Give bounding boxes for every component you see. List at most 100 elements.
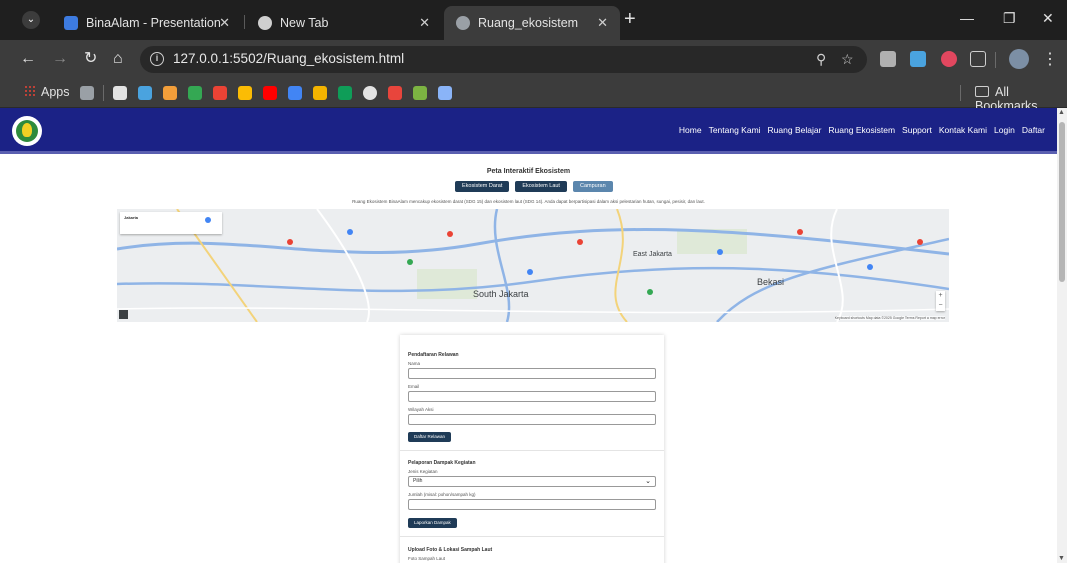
map-zoom-control[interactable]: + − xyxy=(936,291,945,311)
name-input[interactable] xyxy=(408,368,656,379)
map-marker[interactable] xyxy=(867,264,873,270)
back-icon[interactable]: ← xyxy=(20,49,36,69)
filter-darat-button[interactable]: Ekosistem Darat xyxy=(455,181,510,192)
nav-daftar[interactable]: Daftar xyxy=(1022,125,1045,135)
map-marker[interactable] xyxy=(717,249,723,255)
tab-search-icon[interactable]: ⌄ xyxy=(22,11,40,29)
nav-home[interactable]: Home xyxy=(679,125,702,135)
nav-login[interactable]: Login xyxy=(994,125,1015,135)
address-bar[interactable]: i 127.0.0.1:5502/Ruang_ekosistem.html ⚲ … xyxy=(140,46,867,73)
scroll-down-icon[interactable]: ▼ xyxy=(1058,555,1065,562)
bookmark-star-icon[interactable]: ☆ xyxy=(841,51,854,68)
tab-binaalam[interactable]: BinaAlam - Presentation ✕ xyxy=(52,6,242,40)
ecosystem-forms-card: Pendaftaran Relawan Nama Email Wilayah A… xyxy=(400,335,664,563)
map-label-south-jakarta: South Jakarta xyxy=(473,289,529,299)
bookmark-maps-icon[interactable] xyxy=(188,86,202,100)
globe-favicon-icon xyxy=(456,16,470,30)
browser-tabstrip: ⌄ BinaAlam - Presentation ✕ New Tab ✕ Ru… xyxy=(0,0,1067,40)
map-marker[interactable] xyxy=(917,239,923,245)
report-impact-button[interactable]: Laporkan Dampak xyxy=(408,518,457,528)
bookmark-openai-icon[interactable] xyxy=(363,86,377,100)
map-marker[interactable] xyxy=(797,229,803,235)
bookmark-duolingo-icon[interactable] xyxy=(338,86,352,100)
email-input[interactable] xyxy=(408,391,656,402)
name-label: Nama xyxy=(408,361,421,366)
street-view-pegman-icon[interactable] xyxy=(119,310,128,319)
bookmark-youtube-icon[interactable] xyxy=(263,86,277,100)
reload-icon[interactable]: ↻ xyxy=(84,49,97,69)
bookmark-link-icon[interactable] xyxy=(438,86,452,100)
close-icon[interactable]: ✕ xyxy=(597,6,608,40)
nav-support[interactable]: Support xyxy=(902,125,932,135)
bookmark-keep-icon[interactable] xyxy=(313,86,327,100)
map-marker[interactable] xyxy=(287,239,293,245)
menu-kebab-icon[interactable]: ⋮ xyxy=(1042,49,1058,69)
bookmark-docs-icon[interactable] xyxy=(288,86,302,100)
volunteer-form-title: Pendaftaran Relawan xyxy=(408,352,459,358)
region-input[interactable] xyxy=(408,414,656,425)
map-marker[interactable] xyxy=(407,259,413,265)
bookmark-drive-icon[interactable] xyxy=(238,86,252,100)
close-icon[interactable]: ✕ xyxy=(219,6,230,40)
map-marker[interactable] xyxy=(347,229,353,235)
home-icon[interactable]: ⌂ xyxy=(113,49,123,69)
nav-tentang-kami[interactable]: Tentang Kami xyxy=(709,125,761,135)
photo-label: Foto Sampah Laut xyxy=(408,556,446,561)
forward-icon[interactable]: → xyxy=(52,49,68,69)
interactive-map[interactable]: Jakarta South Jakarta East Jakarta Bekas… xyxy=(117,209,949,322)
restore-icon[interactable]: ❐ xyxy=(1003,10,1016,27)
site-navbar: Home Tentang Kami Ruang Belajar Ruang Ek… xyxy=(0,108,1057,154)
map-marker[interactable] xyxy=(205,217,211,223)
pocket-extension-icon[interactable] xyxy=(941,51,957,67)
tab-new-tab[interactable]: New Tab ✕ xyxy=(246,6,442,40)
folder-icon xyxy=(975,86,989,97)
amount-input[interactable] xyxy=(408,499,656,510)
bookmark-pinwheel-icon[interactable] xyxy=(163,86,177,100)
map-label-bekasi: Bekasi xyxy=(757,277,785,287)
binaalam-favicon-icon xyxy=(64,16,78,30)
chevron-down-icon: ⌄ xyxy=(645,478,651,485)
tab-title: Ruang_ekosistem xyxy=(478,16,579,30)
register-volunteer-button[interactable]: Daftar Relawan xyxy=(408,432,452,442)
extension-icon[interactable] xyxy=(880,51,896,67)
scrollbar-thumb[interactable] xyxy=(1059,122,1065,282)
bookmark-gear-icon[interactable] xyxy=(113,86,127,100)
minimize-icon[interactable]: — xyxy=(960,10,974,26)
filter-laut-button[interactable]: Ekosistem Laut xyxy=(515,181,567,192)
bookmark-photos-icon[interactable] xyxy=(138,86,152,100)
activity-type-label: Jenis Kegiatan xyxy=(408,469,438,474)
nav-ruang-ekosistem[interactable]: Ruang Ekosistem xyxy=(828,125,895,135)
translate-extension-icon[interactable] xyxy=(910,51,926,67)
new-tab-icon[interactable]: + xyxy=(624,9,636,29)
chrome-favicon-icon xyxy=(258,16,272,30)
bookmark-flower-icon[interactable] xyxy=(388,86,402,100)
map-marker[interactable] xyxy=(527,269,533,275)
apps-grid-icon xyxy=(24,85,36,97)
map-place-card[interactable]: Jakarta xyxy=(120,212,222,234)
amount-label: Jumlah (misal: pohon/sampah kg) xyxy=(408,492,476,497)
scroll-up-icon[interactable]: ▲ xyxy=(1058,109,1065,116)
map-marker[interactable] xyxy=(647,289,653,295)
bookmark-tree-icon[interactable] xyxy=(413,86,427,100)
extensions-puzzle-icon[interactable] xyxy=(970,51,986,67)
map-marker[interactable] xyxy=(447,231,453,237)
activity-type-select[interactable]: Pilih ⌄ xyxy=(408,476,656,487)
nav-kontak-kami[interactable]: Kontak Kami xyxy=(939,125,987,135)
zoom-icon[interactable]: ⚲ xyxy=(816,51,826,68)
url-text[interactable]: 127.0.0.1:5502/Ruang_ekosistem.html xyxy=(173,51,404,66)
tab-ruang-ekosistem[interactable]: Ruang_ekosistem ✕ xyxy=(444,6,620,40)
profile-avatar[interactable] xyxy=(1009,49,1029,69)
page-scrollbar[interactable]: ▲ ▼ xyxy=(1057,108,1067,563)
site-info-icon[interactable]: i xyxy=(150,52,164,66)
bookmarks-bar: Apps All Bookmarks xyxy=(0,78,1067,113)
close-icon[interactable]: ✕ xyxy=(419,6,430,40)
nav-ruang-belajar[interactable]: Ruang Belajar xyxy=(768,125,822,135)
filter-campuran-button[interactable]: Campuran xyxy=(572,181,613,192)
bookmark-grid-icon[interactable] xyxy=(80,86,94,100)
map-roads xyxy=(117,209,949,322)
bookmark-gmail-icon[interactable] xyxy=(213,86,227,100)
bookmark-apps[interactable]: Apps xyxy=(24,85,70,99)
window-close-icon[interactable]: ✕ xyxy=(1042,10,1054,27)
map-marker[interactable] xyxy=(577,239,583,245)
site-logo[interactable] xyxy=(12,116,42,146)
